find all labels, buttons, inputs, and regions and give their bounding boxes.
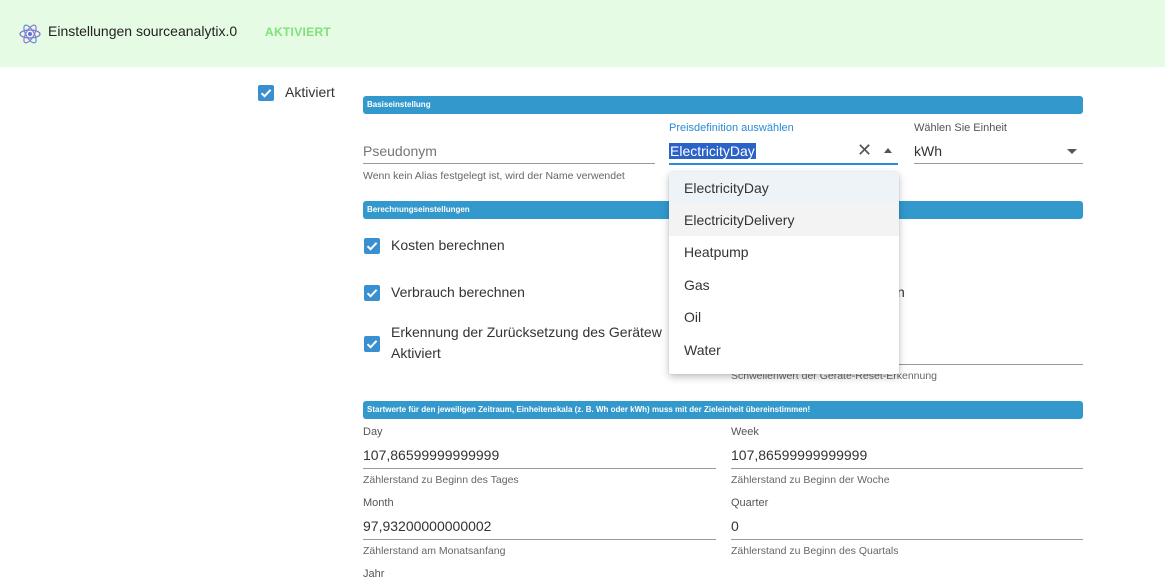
checkmark-icon — [366, 242, 378, 251]
price-definition-underline — [669, 163, 898, 165]
price-definition-dropdown: ElectricityDay ElectricityDelivery Heatp… — [669, 172, 899, 374]
consumption-checkbox[interactable] — [364, 285, 380, 301]
checkmark-icon — [260, 89, 272, 98]
unit-label: Wählen Sie Einheit — [914, 122, 1007, 134]
month-helper: Zählerstand am Monatsanfang — [363, 545, 506, 557]
unit-underline — [914, 163, 1083, 164]
quarter-helper: Zählerstand zu Beginn des Quartals — [731, 545, 899, 557]
week-input[interactable]: 107,86599999999999 — [731, 447, 867, 463]
checkmark-icon — [366, 289, 378, 298]
dropdown-option[interactable]: Heatpump — [669, 236, 899, 268]
month-label: Month — [363, 497, 394, 509]
week-label: Week — [731, 426, 759, 438]
costs-checkbox[interactable] — [364, 238, 380, 254]
day-input[interactable]: 107,86599999999999 — [363, 447, 499, 463]
week-underline — [731, 468, 1083, 469]
section-start-values: Startwerte für den jeweiligen Zeitraum, … — [363, 401, 1083, 419]
unit-select[interactable]: kWh — [914, 143, 942, 159]
chevron-up-icon[interactable] — [884, 148, 892, 153]
dropdown-option[interactable]: ElectricityDelivery — [669, 204, 899, 236]
dropdown-option[interactable]: Oil — [669, 301, 899, 333]
month-input[interactable]: 97,93200000000002 — [363, 518, 491, 534]
dropdown-option[interactable]: Gas — [669, 269, 899, 301]
enabled-label: Aktiviert — [285, 84, 335, 100]
reset-detection-label-2: Aktiviert — [391, 345, 441, 361]
page-title: Einstellungen sourceanalytix.0 — [48, 23, 238, 39]
chevron-down-icon[interactable] — [1067, 149, 1077, 154]
quarter-label: Quarter — [731, 497, 769, 509]
dropdown-option[interactable]: Water — [669, 334, 899, 366]
header-bar: Einstellungen sourceanalytix.0 AKTIVIERT — [0, 0, 1165, 67]
day-label: Day — [363, 426, 383, 438]
week-helper: Zählerstand zu Beginn der Woche — [731, 474, 890, 486]
section-basis: Basiseinstellung — [363, 96, 1083, 114]
pseudonym-underline — [363, 163, 655, 164]
price-definition-input[interactable]: ElectricityDay — [669, 143, 756, 159]
reset-detection-label: Erkennung der Zurücksetzung des Gerätew — [391, 324, 662, 340]
enabled-checkbox[interactable] — [258, 85, 274, 101]
reset-detection-checkbox[interactable] — [364, 336, 380, 352]
day-helper: Zählerstand zu Beginn des Tages — [363, 474, 519, 486]
year-label: Jahr — [363, 568, 385, 580]
pseudonym-helper: Wenn kein Alias festgelegt ist, wird der… — [363, 170, 625, 182]
quarter-input[interactable]: 0 — [731, 518, 739, 534]
atom-icon — [18, 22, 42, 46]
quarter-underline — [731, 539, 1083, 540]
day-underline — [363, 468, 716, 469]
checkmark-icon — [366, 340, 378, 349]
month-underline — [363, 539, 716, 540]
dropdown-option[interactable]: ElectricityDay — [669, 172, 899, 204]
costs-label: Kosten berechnen — [391, 237, 505, 253]
status-badge: AKTIVIERT — [265, 25, 332, 39]
consumption-label: Verbrauch berechnen — [391, 284, 525, 300]
pseudonym-input[interactable] — [363, 140, 655, 162]
close-icon[interactable]: ✕ — [857, 140, 872, 161]
price-definition-label: Preisdefinition auswählen — [669, 122, 794, 134]
